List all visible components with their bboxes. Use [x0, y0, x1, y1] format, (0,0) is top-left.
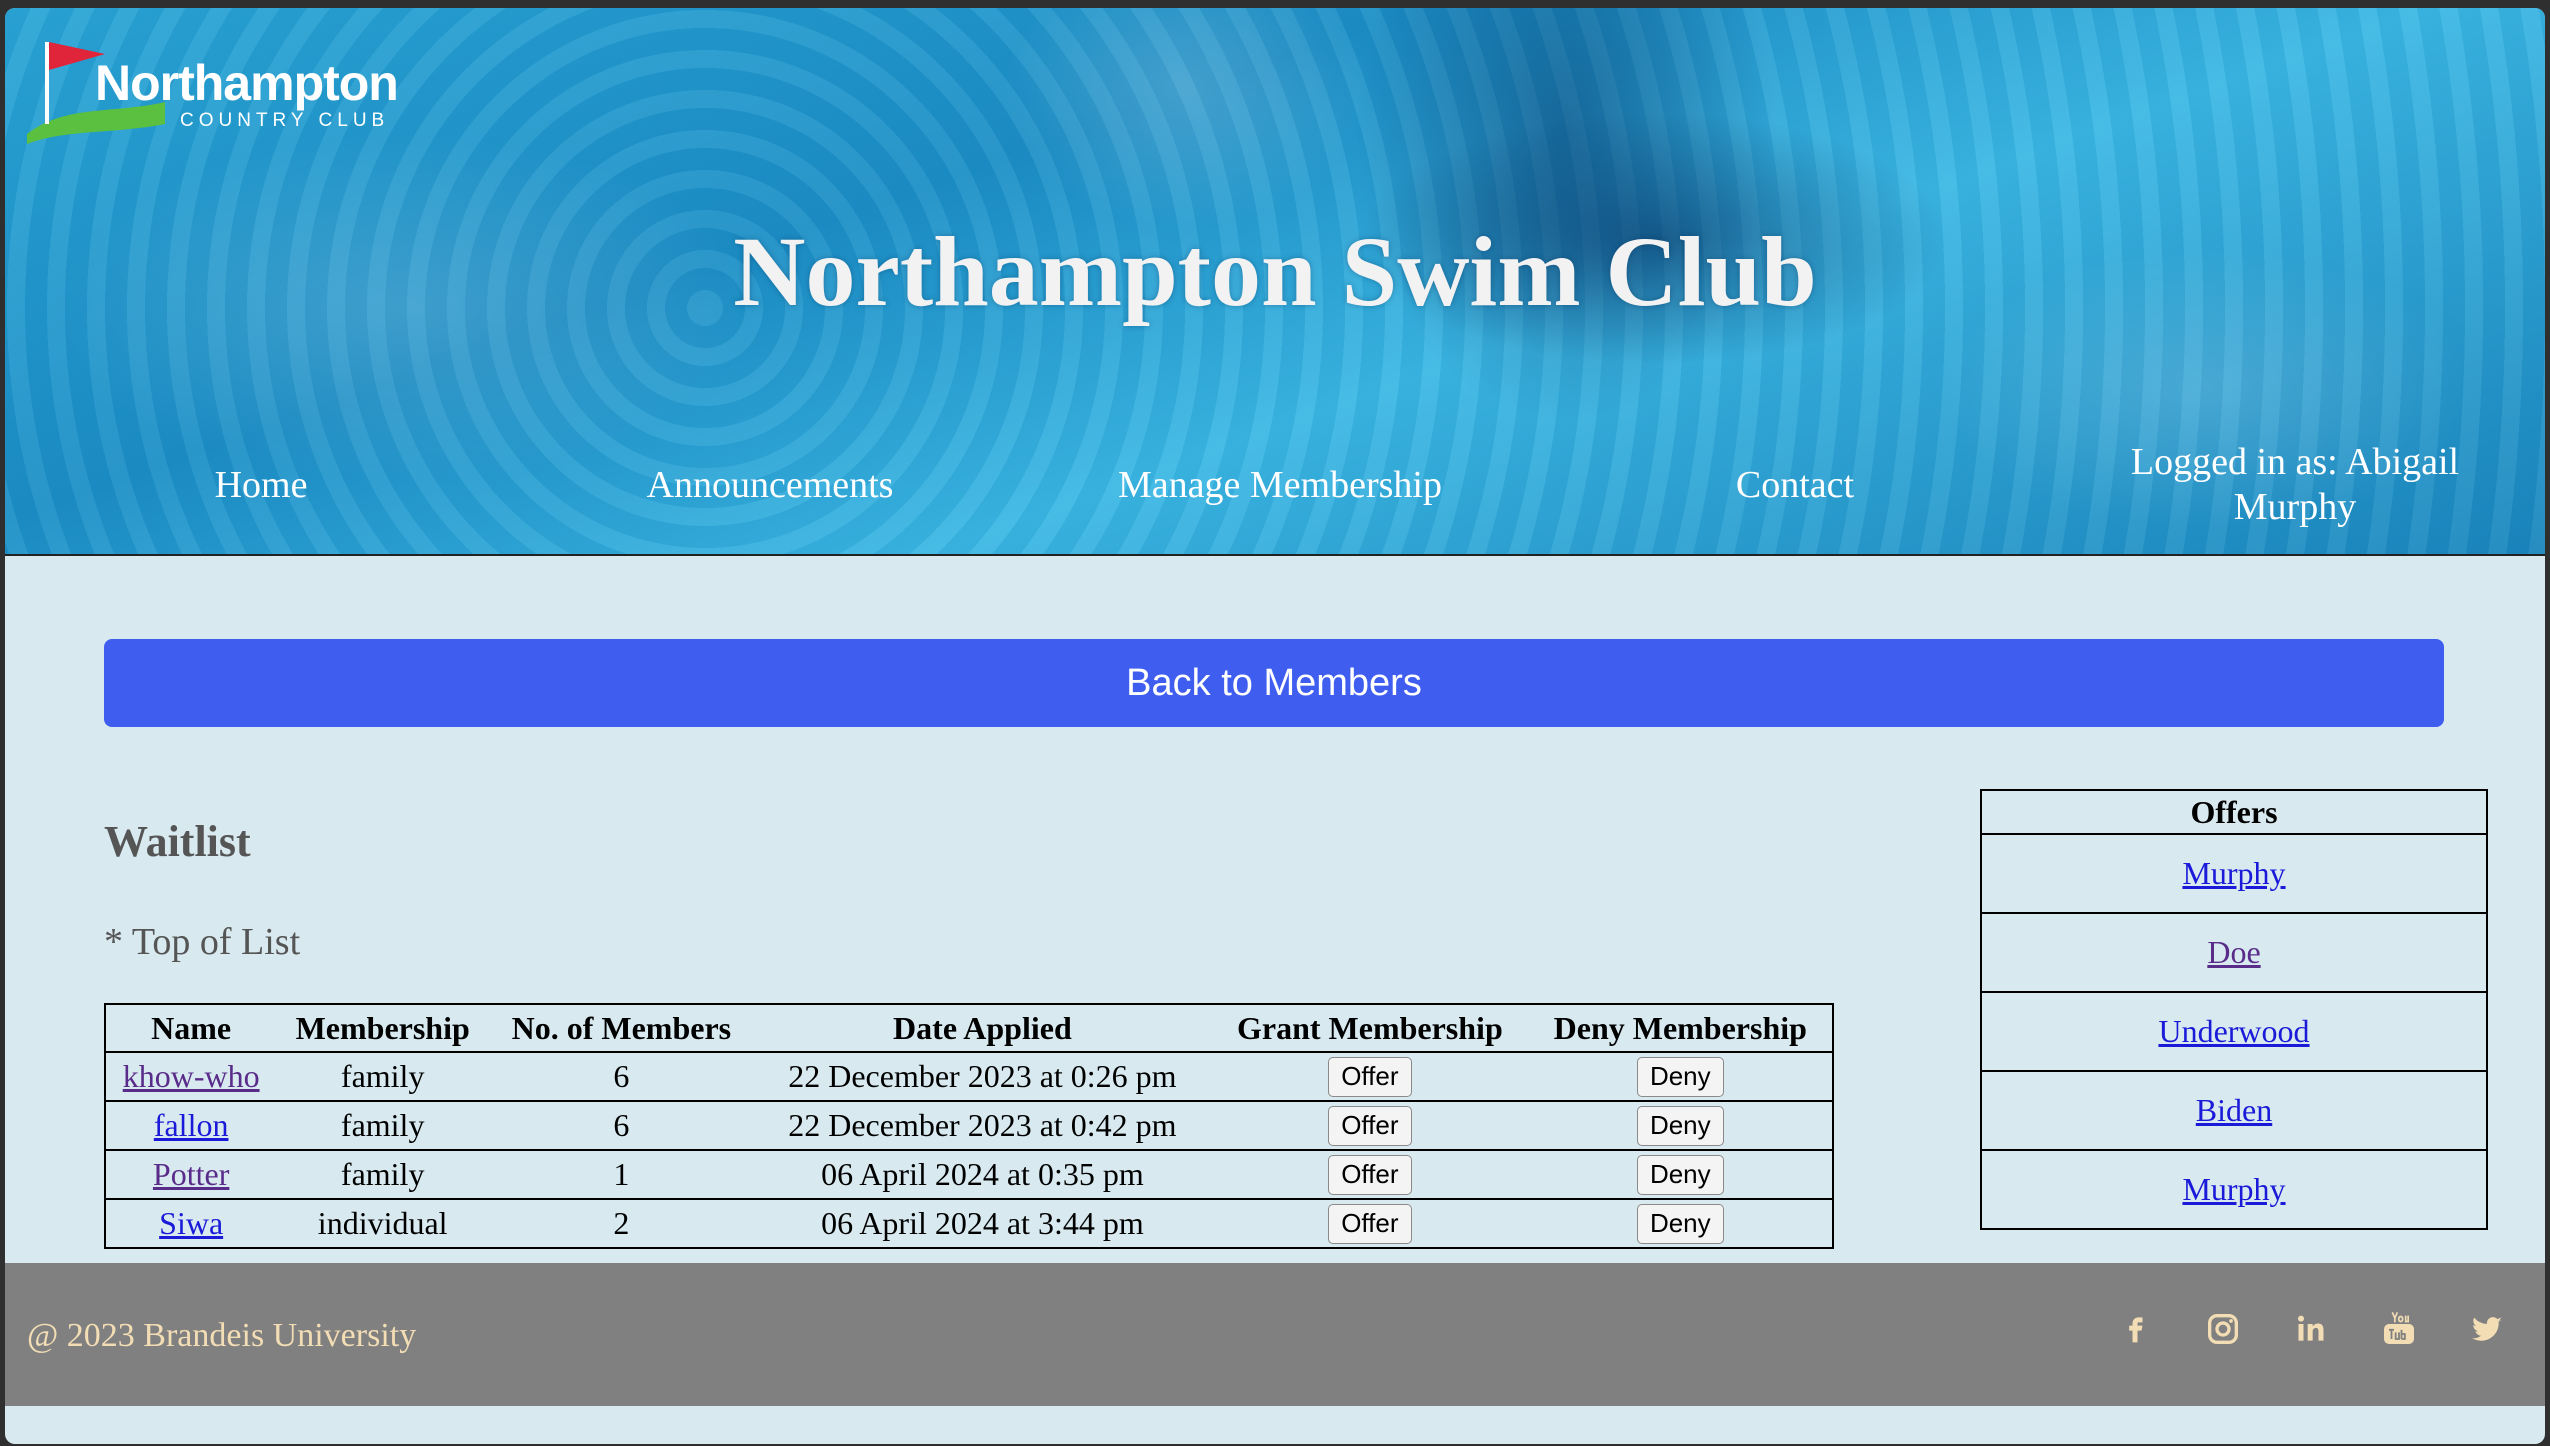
nav-home[interactable]: Home — [155, 463, 367, 508]
youtube-icon[interactable] — [2379, 1309, 2419, 1349]
deny-button[interactable]: Deny — [1636, 1105, 1724, 1146]
member-count: 2 — [489, 1198, 754, 1248]
offers-table: Offers Murphy Doe Underwood Biden Murphy — [1980, 789, 2488, 1230]
twitter-icon[interactable] — [2467, 1309, 2507, 1349]
club-logo[interactable]: Northampton COUNTRY CLUB — [25, 34, 425, 154]
offer-button[interactable]: Offer — [1328, 1203, 1412, 1244]
logged-in-user[interactable]: Logged in as: Abigail Murphy — [2085, 440, 2505, 530]
deny-button[interactable]: Deny — [1636, 1203, 1724, 1244]
site-title: Northampton Swim Club — [733, 216, 1817, 327]
list-item: Murphy — [1981, 1149, 2487, 1229]
facebook-icon[interactable] — [2115, 1309, 2155, 1349]
waitlist-table: Name Membership No. of Members Date Appl… — [104, 1003, 1834, 1249]
membership-type: individual — [276, 1198, 490, 1248]
logo-subtitle: COUNTRY CLUB — [180, 110, 390, 131]
back-to-members-button[interactable]: Back to Members — [104, 639, 2444, 727]
list-item: Doe — [1981, 912, 2487, 992]
offer-button[interactable]: Offer — [1328, 1105, 1412, 1146]
member-count: 6 — [489, 1051, 754, 1101]
col-no-of-members: No. of Members — [489, 1004, 754, 1053]
col-membership: Membership — [276, 1004, 490, 1053]
top-of-list-note: * Top of List — [104, 921, 301, 963]
nav-announcements[interactable]: Announcements — [605, 463, 935, 508]
offer-link[interactable]: Underwood — [2158, 1013, 2309, 1049]
col-grant-membership: Grant Membership — [1211, 1004, 1529, 1053]
membership-type: family — [276, 1051, 490, 1101]
table-row: Potter family 1 06 April 2024 at 0:35 pm… — [105, 1149, 1833, 1199]
member-count: 6 — [489, 1100, 754, 1150]
date-applied: 06 April 2024 at 0:35 pm — [753, 1149, 1212, 1199]
table-row: khow-who family 6 22 December 2023 at 0:… — [105, 1051, 1833, 1101]
copyright-text: @ 2023 Brandeis University — [27, 1317, 417, 1354]
applicant-name-link[interactable]: khow-who — [123, 1058, 260, 1094]
list-item: Underwood — [1981, 991, 2487, 1071]
logged-in-line1: Logged in as: Abigail — [2130, 441, 2460, 483]
date-applied: 06 April 2024 at 3:44 pm — [753, 1198, 1212, 1248]
waitlist-heading: Waitlist — [104, 817, 251, 866]
offer-link[interactable]: Murphy — [2182, 1171, 2285, 1207]
table-row: Siwa individual 2 06 April 2024 at 3:44 … — [105, 1198, 1833, 1248]
offer-link[interactable]: Doe — [2207, 934, 2260, 970]
instagram-icon[interactable] — [2203, 1309, 2243, 1349]
logo-name: Northampton — [95, 55, 399, 111]
offers-header: Offers — [1981, 790, 2487, 835]
col-date-applied: Date Applied — [753, 1004, 1212, 1053]
site-header: Northampton COUNTRY CLUB Northampton Swi… — [5, 8, 2545, 556]
logged-in-line2: Murphy — [2233, 486, 2357, 528]
deny-button[interactable]: Deny — [1636, 1154, 1724, 1195]
deny-button[interactable]: Deny — [1636, 1056, 1724, 1097]
date-applied: 22 December 2023 at 0:42 pm — [753, 1100, 1212, 1150]
membership-type: family — [276, 1100, 490, 1150]
table-row: fallon family 6 22 December 2023 at 0:42… — [105, 1100, 1833, 1150]
col-name: Name — [105, 1004, 277, 1053]
site-footer: @ 2023 Brandeis University — [5, 1263, 2545, 1406]
waitlist-header-row: Name Membership No. of Members Date Appl… — [105, 1004, 1833, 1053]
offer-link[interactable]: Murphy — [2182, 855, 2285, 891]
browser-viewport: Northampton COUNTRY CLUB Northampton Swi… — [5, 8, 2545, 1444]
col-deny-membership: Deny Membership — [1528, 1004, 1833, 1053]
offer-button[interactable]: Offer — [1328, 1154, 1412, 1195]
list-item: Murphy — [1981, 833, 2487, 913]
member-count: 1 — [489, 1149, 754, 1199]
offer-button[interactable]: Offer — [1328, 1056, 1412, 1097]
linkedin-icon[interactable] — [2291, 1309, 2331, 1349]
membership-type: family — [276, 1149, 490, 1199]
nav-contact[interactable]: Contact — [1695, 463, 1895, 508]
applicant-name-link[interactable]: Potter — [153, 1156, 229, 1192]
offer-link[interactable]: Biden — [2196, 1092, 2272, 1128]
applicant-name-link[interactable]: Siwa — [159, 1205, 223, 1241]
applicant-name-link[interactable]: fallon — [154, 1107, 229, 1143]
nav-manage-membership[interactable]: Manage Membership — [1075, 463, 1485, 508]
list-item: Biden — [1981, 1070, 2487, 1150]
date-applied: 22 December 2023 at 0:26 pm — [753, 1051, 1212, 1101]
